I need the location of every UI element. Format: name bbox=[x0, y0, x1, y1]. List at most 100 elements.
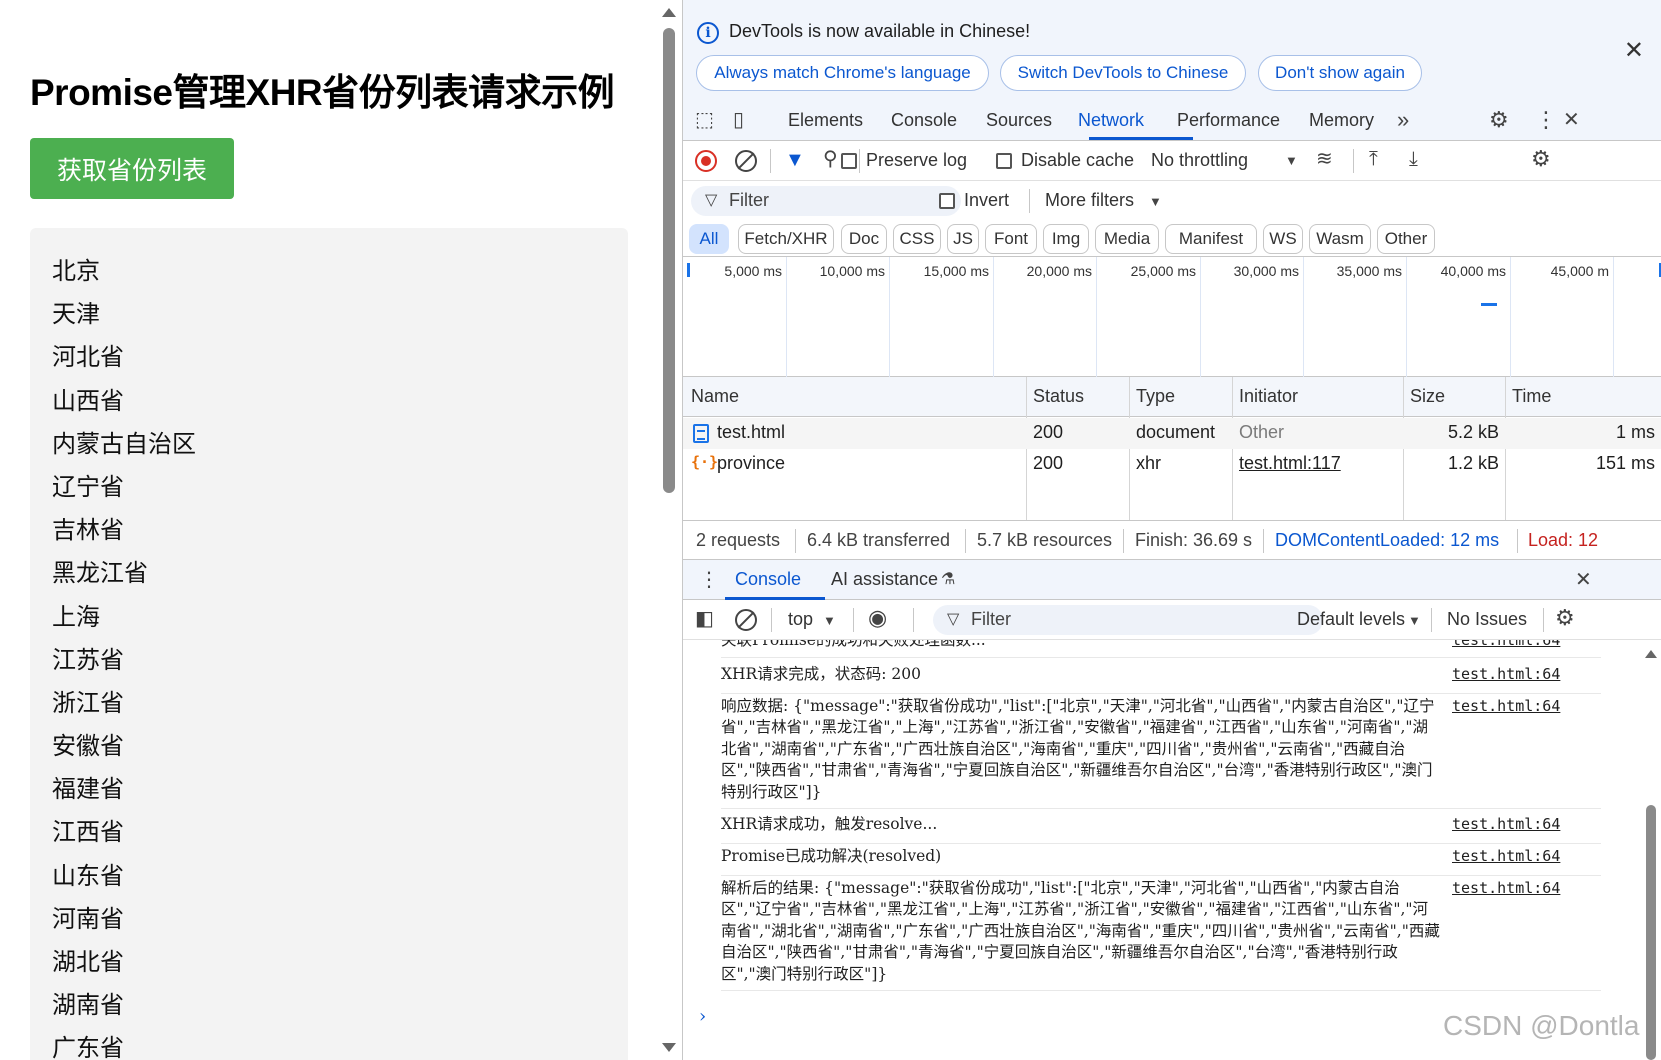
request-name[interactable]: test.html bbox=[717, 422, 785, 443]
record-icon[interactable] bbox=[695, 150, 717, 172]
type-chip-doc[interactable]: Doc bbox=[841, 224, 887, 254]
network-conditions-icon[interactable]: ≋ bbox=[1316, 147, 1333, 171]
dont-show-again-button[interactable]: Don't show again bbox=[1258, 55, 1422, 91]
tab-network[interactable]: Network bbox=[1078, 100, 1144, 141]
province-item: 湖北省 bbox=[52, 948, 124, 976]
more-tabs-chevron-icon[interactable]: » bbox=[1397, 108, 1409, 132]
console-filter-input[interactable]: ▽ Filter bbox=[933, 605, 1323, 635]
sidebar-toggle-icon[interactable]: ◧ bbox=[695, 607, 714, 631]
column-header-type[interactable]: Type bbox=[1136, 386, 1175, 407]
type-chip-other[interactable]: Other bbox=[1377, 224, 1435, 254]
close-drawer-icon[interactable]: ✕ bbox=[1575, 568, 1592, 592]
filter-funnel-icon: ▽ bbox=[705, 192, 718, 209]
log-levels-dropdown[interactable]: Default levels bbox=[1297, 609, 1405, 630]
console-message-source-link[interactable]: test.html:64 bbox=[1452, 664, 1560, 685]
scroll-down-arrow-icon[interactable] bbox=[662, 1043, 676, 1052]
province-item: 安徽省 bbox=[52, 732, 124, 761]
more-options-icon[interactable]: ⋮ bbox=[1535, 108, 1557, 132]
tab-performance[interactable]: Performance bbox=[1177, 100, 1280, 141]
type-chip-font[interactable]: Font bbox=[985, 224, 1037, 254]
province-item: 江苏省 bbox=[52, 645, 124, 674]
document-icon bbox=[693, 424, 709, 443]
more-filters-dropdown[interactable]: More filters bbox=[1045, 190, 1134, 211]
live-expression-eye-icon[interactable]: ◉ bbox=[868, 606, 887, 630]
request-table: Name Status Type Initiator Size Time tes… bbox=[683, 377, 1661, 520]
console-message-source-link[interactable]: test.html:64 bbox=[1452, 640, 1560, 651]
chevron-down-icon[interactable]: ▼ bbox=[823, 609, 836, 633]
console-message-text: Promise已成功解决(resolved) bbox=[721, 847, 942, 865]
device-toolbar-icon[interactable]: ▯ bbox=[733, 108, 744, 132]
type-chip-wasm[interactable]: Wasm bbox=[1309, 224, 1371, 254]
chevron-down-icon[interactable]: ▼ bbox=[1285, 149, 1298, 173]
search-icon[interactable]: ⚲ bbox=[823, 147, 838, 171]
disable-cache-checkbox[interactable] bbox=[996, 153, 1012, 169]
timeline-request-bar bbox=[1481, 303, 1497, 306]
scroll-up-arrow-icon[interactable] bbox=[662, 8, 676, 17]
console-prompt-chevron-icon[interactable]: › bbox=[699, 1006, 706, 1027]
chevron-down-icon[interactable]: ▼ bbox=[1149, 190, 1162, 214]
console-scrollbar[interactable] bbox=[1641, 640, 1661, 1060]
column-header-size[interactable]: Size bbox=[1410, 386, 1445, 407]
filter-input[interactable]: ▽ Filter bbox=[691, 186, 961, 216]
match-chrome-language-button[interactable]: Always match Chrome's language bbox=[696, 55, 989, 91]
info-icon: i bbox=[697, 22, 719, 44]
close-devtools-icon[interactable]: ✕ bbox=[1563, 108, 1580, 132]
type-chip-js[interactable]: JS bbox=[947, 224, 979, 254]
type-chip-css[interactable]: CSS bbox=[893, 224, 941, 254]
province-item: 河北省 bbox=[52, 343, 124, 372]
console-settings-gear-icon[interactable]: ⚙ bbox=[1555, 606, 1575, 630]
filter-funnel-icon[interactable]: ▼ bbox=[785, 148, 805, 172]
clear-icon[interactable] bbox=[735, 150, 757, 172]
summary-requests: 2 requests bbox=[696, 530, 781, 550]
drawer-menu-icon[interactable]: ⋮ bbox=[699, 568, 719, 592]
context-selector[interactable]: top bbox=[788, 609, 813, 630]
console-message-source-link[interactable]: test.html:64 bbox=[1452, 814, 1560, 835]
column-header-status[interactable]: Status bbox=[1033, 386, 1084, 407]
console-message: XHR请求完成，状态码: 200 test.html:64 bbox=[721, 664, 1601, 694]
type-chip-all[interactable]: All bbox=[689, 224, 729, 254]
tab-sources[interactable]: Sources bbox=[986, 100, 1052, 141]
import-har-icon[interactable]: ⤒ bbox=[1369, 147, 1378, 171]
page-scroll-thumb[interactable] bbox=[663, 28, 675, 493]
type-chip-img[interactable]: Img bbox=[1043, 224, 1089, 254]
table-row[interactable]: {·} province 200 xhr test.html:117 1.2 k… bbox=[683, 449, 1661, 480]
request-name[interactable]: province bbox=[717, 453, 785, 474]
console-message-source-link[interactable]: test.html:64 bbox=[1452, 696, 1560, 717]
close-icon[interactable]: ✕ bbox=[1624, 36, 1644, 65]
column-header-time[interactable]: Time bbox=[1512, 386, 1551, 407]
column-header-initiator[interactable]: Initiator bbox=[1239, 386, 1298, 407]
type-chip-ws[interactable]: WS bbox=[1263, 224, 1303, 254]
fetch-provinces-button[interactable]: 获取省份列表 bbox=[30, 138, 234, 199]
tab-console[interactable]: Console bbox=[891, 100, 957, 141]
request-initiator-link[interactable]: test.html:117 bbox=[1239, 453, 1341, 474]
clear-console-icon[interactable] bbox=[735, 609, 757, 631]
console-scroll-thumb[interactable] bbox=[1646, 805, 1656, 1060]
tab-memory[interactable]: Memory bbox=[1309, 100, 1374, 141]
type-chip-media[interactable]: Media bbox=[1095, 224, 1159, 254]
type-chip-fetch-xhr[interactable]: Fetch/XHR bbox=[738, 224, 834, 254]
console-message: 解析后的结果: {"message":"获取省份成功","list":["北京"… bbox=[721, 878, 1601, 991]
type-chip-manifest[interactable]: Manifest bbox=[1165, 224, 1257, 254]
tab-elements[interactable]: Elements bbox=[788, 100, 863, 141]
settings-gear-icon[interactable]: ⚙ bbox=[1489, 108, 1509, 132]
inspect-element-icon[interactable]: ⬚ bbox=[695, 108, 714, 132]
drawer-tab-ai-assistance[interactable]: AI assistance bbox=[831, 560, 938, 600]
page-scrollbar[interactable] bbox=[656, 0, 682, 1060]
table-row[interactable]: test.html 200 document Other 5.2 kB 1 ms bbox=[683, 418, 1661, 449]
timeline-tick-label: 5,000 ms bbox=[724, 263, 782, 279]
chevron-down-icon[interactable]: ▼ bbox=[1408, 609, 1421, 633]
invert-checkbox[interactable] bbox=[939, 193, 955, 209]
throttling-select[interactable]: No throttling bbox=[1151, 150, 1248, 171]
drawer-tab-console[interactable]: Console bbox=[735, 560, 801, 600]
switch-to-chinese-button[interactable]: Switch DevTools to Chinese bbox=[1000, 55, 1246, 91]
console-message-source-link[interactable]: test.html:64 bbox=[1452, 846, 1560, 867]
province-item: 河南省 bbox=[52, 904, 124, 933]
preserve-log-checkbox[interactable] bbox=[841, 153, 857, 169]
console-message-source-link[interactable]: test.html:64 bbox=[1452, 878, 1560, 899]
issues-counter[interactable]: No Issues bbox=[1447, 609, 1527, 630]
column-header-name[interactable]: Name bbox=[691, 386, 739, 407]
network-overview-timeline[interactable]: 5,000 ms 10,000 ms 15,000 ms 20,000 ms 25,00… bbox=[683, 257, 1661, 377]
scroll-up-arrow-icon[interactable] bbox=[1645, 650, 1657, 658]
export-har-icon[interactable]: ⤓ bbox=[1409, 147, 1418, 171]
network-settings-gear-icon[interactable]: ⚙ bbox=[1531, 147, 1551, 171]
